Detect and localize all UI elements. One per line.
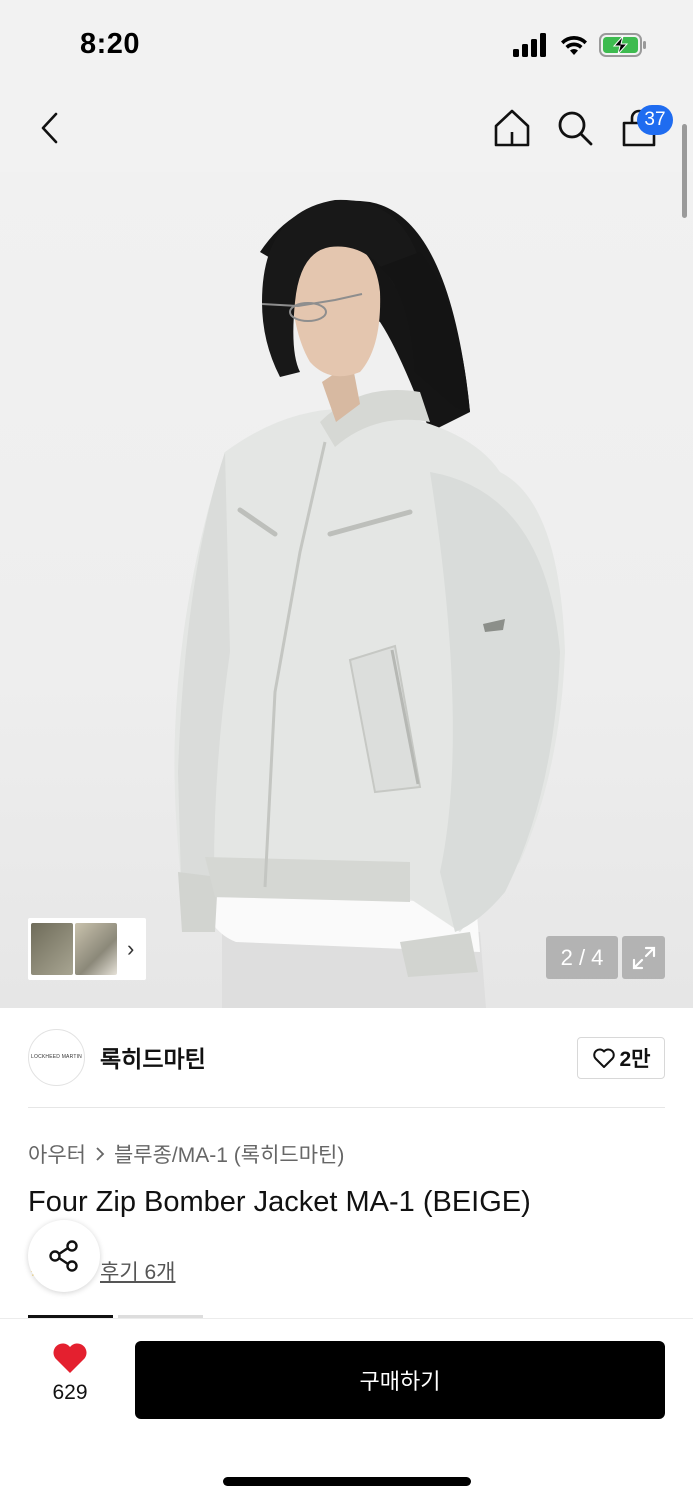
chevron-right-icon: › [127, 936, 135, 961]
brand-logo[interactable]: LOCKHEED MARTIN [28, 1028, 85, 1086]
expand-button[interactable] [622, 936, 665, 979]
wish-button[interactable]: 629 [34, 1341, 106, 1419]
share-icon [49, 1240, 78, 1272]
brand-like-count: 2만 [619, 1048, 651, 1071]
thumbnail-1[interactable] [31, 923, 73, 975]
product-image[interactable]: › [0, 172, 693, 1008]
back-icon [41, 112, 58, 144]
image-page-counter: 2 / 4 [546, 936, 618, 979]
breadcrumb-category[interactable]: 아우터 [28, 1139, 86, 1169]
heart-filled-icon [53, 1343, 87, 1373]
brand-like-button[interactable]: 2만 [577, 1037, 665, 1079]
back-button[interactable] [28, 104, 72, 152]
battery-charging-icon [599, 33, 646, 57]
search-button[interactable] [553, 104, 597, 152]
brand-name[interactable]: 록히드마틴 [100, 1040, 206, 1074]
heart-outline-icon [592, 1048, 615, 1068]
scroll-indicator [682, 124, 687, 218]
breadcrumb: 아우터 블루종/MA-1 (록히드마틴) [28, 1139, 344, 1169]
status-icons [513, 32, 647, 58]
chevron-right-icon [96, 1147, 105, 1161]
status-time: 8:20 [80, 28, 141, 60]
search-icon [558, 111, 593, 146]
top-nav [0, 92, 693, 172]
home-indicator [223, 1477, 471, 1486]
share-button[interactable] [28, 1220, 100, 1292]
thumbnail-2[interactable] [75, 923, 117, 975]
product-title: Four Zip Bomber Jacket MA-1 (BEIGE) [28, 1186, 531, 1218]
brand-row[interactable]: LOCKHEED MARTIN 록히드마틴 2만 [28, 1028, 665, 1086]
model-photo [174, 199, 565, 1008]
wifi-icon [561, 35, 587, 55]
buy-button[interactable]: 구매하기 [135, 1341, 665, 1419]
home-button[interactable] [490, 104, 534, 152]
wish-count: 629 [52, 1381, 88, 1404]
home-icon [494, 109, 530, 147]
review-link[interactable]: 후기 6개 [100, 1256, 175, 1286]
status-bar: 8:20 [0, 0, 693, 92]
breadcrumb-subcategory[interactable]: 블루종/MA-1 (록히드마틴) [114, 1139, 344, 1169]
signal-icon [513, 33, 546, 57]
thumbnail-strip[interactable]: › [28, 918, 146, 980]
cart-count-badge: 37 [637, 105, 673, 135]
bottom-action-bar: 629 구매하기 [0, 1318, 693, 1500]
expand-icon [632, 946, 655, 969]
divider [28, 1107, 665, 1108]
